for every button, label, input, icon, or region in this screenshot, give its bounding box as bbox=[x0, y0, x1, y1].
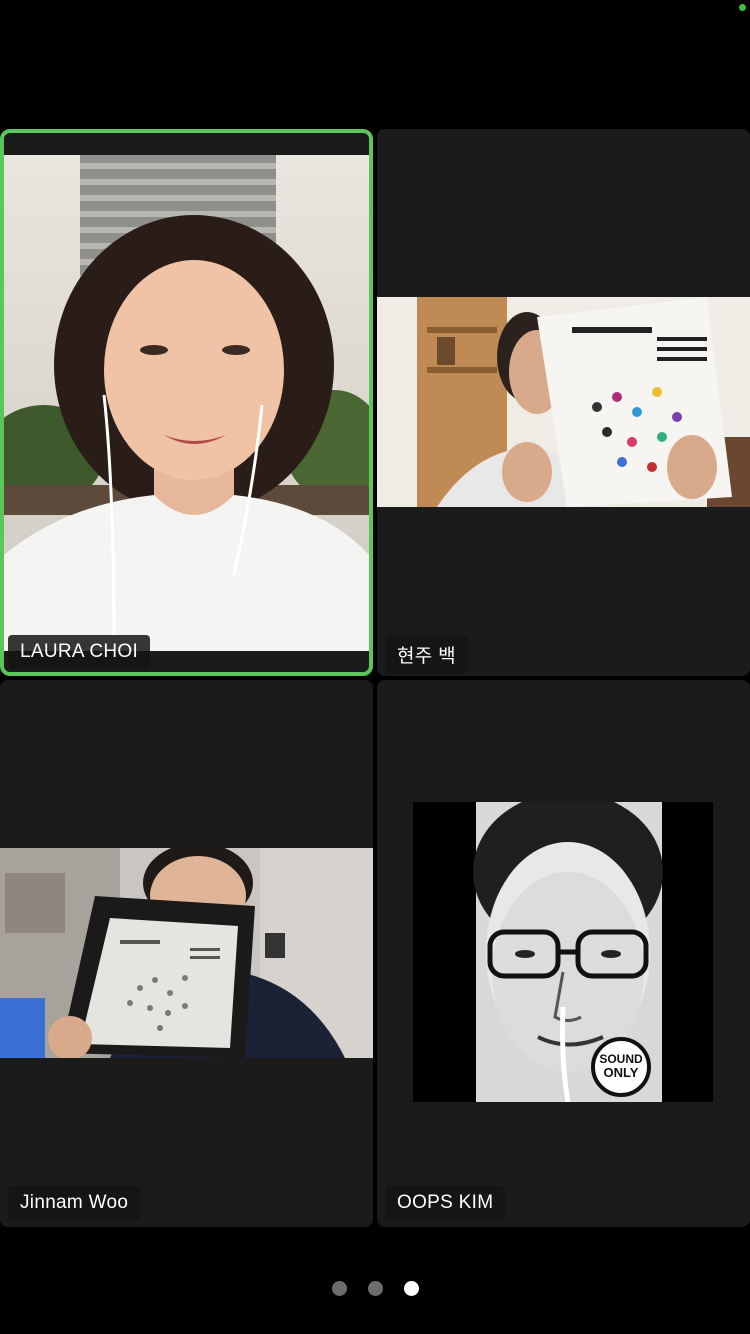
meeting-gallery-view: LAURA CHOI 현주 백 Jinnam Woo SOUND ONLY OO… bbox=[0, 0, 750, 1334]
participant-profile-picture: SOUND ONLY bbox=[413, 802, 713, 1102]
video-frame-image bbox=[0, 848, 373, 1058]
participant-name-label: LAURA CHOI bbox=[8, 635, 151, 669]
participant-name-label: 현주 백 bbox=[385, 635, 468, 674]
profile-photo-image bbox=[413, 802, 713, 1102]
participant-name-label: Jinnam Woo bbox=[8, 1186, 141, 1220]
video-grid: LAURA CHOI 현주 백 Jinnam Woo SOUND ONLY OO… bbox=[0, 129, 750, 1227]
participant-tile-jinnam-woo[interactable]: Jinnam Woo bbox=[0, 680, 373, 1227]
page-indicator[interactable] bbox=[0, 1281, 750, 1296]
participant-video bbox=[4, 155, 369, 651]
sound-only-line2: ONLY bbox=[603, 1065, 639, 1080]
page-dot-1[interactable] bbox=[331, 1281, 347, 1296]
participant-tile-oops-kim[interactable]: SOUND ONLY OOPS KIM bbox=[377, 680, 750, 1227]
connection-status-dot bbox=[739, 4, 746, 11]
video-frame-image bbox=[377, 297, 750, 507]
participant-name-label: OOPS KIM bbox=[385, 1186, 506, 1220]
page-dot-2[interactable] bbox=[367, 1281, 383, 1296]
sound-only-badge: SOUND ONLY bbox=[593, 1053, 649, 1080]
participant-video bbox=[377, 297, 750, 507]
page-dot-3[interactable] bbox=[403, 1281, 419, 1296]
video-frame-image bbox=[4, 155, 369, 651]
participant-video bbox=[0, 848, 373, 1058]
participant-tile-hyunju-baek[interactable]: 현주 백 bbox=[377, 129, 750, 676]
participant-tile-laura-choi[interactable]: LAURA CHOI bbox=[0, 129, 373, 676]
